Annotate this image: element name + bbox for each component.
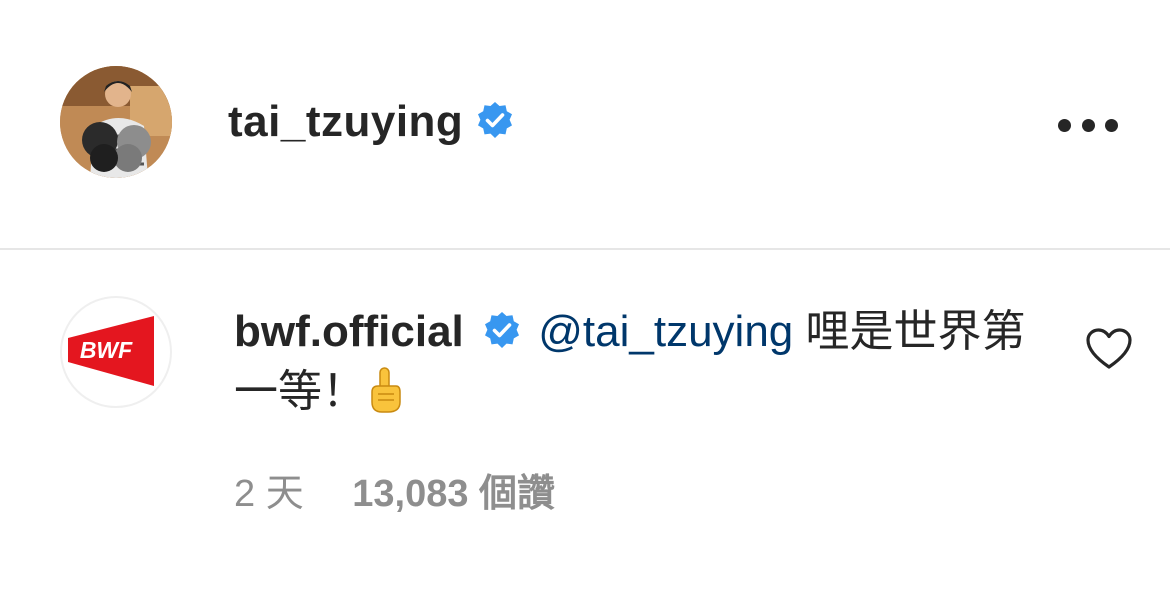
dot — [1081, 118, 1095, 132]
mention-link[interactable]: @tai_tzuying — [538, 307, 793, 356]
commenter-avatar[interactable]: BWF — [60, 296, 172, 408]
comment-meta: 2 天 13,083 個讚 — [234, 470, 593, 518]
comment-body: bwf.official @tai_tzuying 哩是世界第一等！ — [234, 302, 1054, 422]
avatar-photo — [60, 66, 172, 178]
more-options-icon[interactable] — [1058, 110, 1118, 140]
verified-badge-icon — [485, 312, 520, 348]
comment-username[interactable]: bwf.official — [234, 307, 464, 356]
bwf-logo-text: BWF — [80, 337, 133, 363]
comment-like-count[interactable]: 13,083 個讚 — [352, 473, 555, 515]
dot — [1058, 118, 1071, 132]
profile-avatar[interactable] — [60, 66, 172, 178]
bwf-logo: BWF — [68, 316, 154, 386]
comment-time: 2 天 — [234, 473, 304, 515]
verified-badge-icon — [478, 102, 513, 138]
like-heart-icon[interactable] — [1086, 328, 1132, 370]
pointing-up-emoji-icon — [371, 367, 401, 413]
dot — [1105, 118, 1118, 132]
post-username[interactable]: tai_tzuying — [228, 96, 515, 148]
post-header: tai_tzuying — [0, 0, 1170, 250]
